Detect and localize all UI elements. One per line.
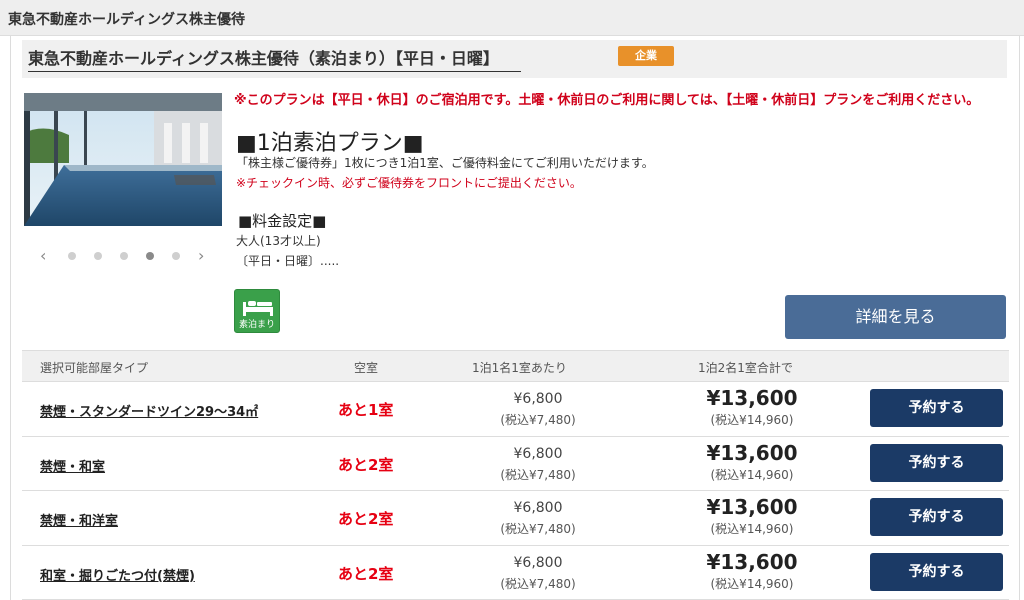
- pool-photo-image: [24, 93, 222, 226]
- table-row: 禁煙・スタンダードツイン29～34㎡ あと1室 ¥6,800 (税込¥7,480…: [22, 382, 1009, 437]
- total-price-tax: (税込¥14,960): [710, 413, 794, 427]
- chevron-right-icon[interactable]: ›: [198, 246, 204, 266]
- price-setting-heading: ■料金設定■: [238, 212, 327, 230]
- room-only-label: 素泊まり: [238, 320, 275, 330]
- plan-notice: ※このプランは【平日・休日】のご宿泊用です。土曜・休前日のご利用に関しては、【土…: [234, 93, 980, 108]
- header-room-type: 選択可能部屋タイプ: [40, 361, 149, 375]
- room-type-table: 選択可能部屋タイプ 空室 1泊1名1室あたり 1泊2名1室合計で 禁煙・スタンダ…: [22, 350, 1009, 600]
- total-price-tax: (税込¥14,960): [710, 576, 794, 591]
- view-details-button[interactable]: 詳細を見る: [785, 295, 1006, 339]
- book-button[interactable]: 予約する: [870, 389, 1003, 427]
- price-per-person-tax: (税込¥7,480): [500, 522, 576, 536]
- total-price-tax: (税込¥14,960): [710, 467, 794, 482]
- total-price: ¥13,600: [706, 495, 798, 519]
- photo-carousel-indicator: ‹ ›: [40, 246, 210, 266]
- carousel-dot[interactable]: [120, 252, 128, 260]
- book-button[interactable]: 予約する: [870, 498, 1003, 536]
- room-only-badge: 素泊まり: [234, 289, 280, 333]
- room-table-header: 選択可能部屋タイプ 空室 1泊1名1室あたり 1泊2名1室合計で: [22, 350, 1009, 382]
- book-button[interactable]: 予約する: [870, 443, 1003, 482]
- table-row: 禁煙・和室 あと2室 ¥6,800 (税込¥7,480) ¥13,600 (税込…: [22, 436, 1009, 491]
- corporate-badge: 企業: [618, 46, 674, 66]
- room-name-link[interactable]: 禁煙・和洋室: [40, 510, 118, 529]
- days-label: 〔平日・日曜〕.....: [236, 254, 340, 268]
- table-row: 和室・掘りごたつ付(禁煙) あと2室 ¥6,800 (税込¥7,480) ¥13…: [22, 545, 1009, 600]
- carousel-dot-active[interactable]: [146, 252, 154, 260]
- plan-checkin-note: ※チェックイン時、必ずご優待券をフロントにご提出ください。: [236, 176, 582, 190]
- plan-description: 「株主様ご優待券」1枚につき1泊1室、ご優待料金にてご利用いただけます。: [236, 156, 654, 170]
- availability-count: あと2室: [338, 564, 394, 583]
- carousel-dot[interactable]: [68, 252, 76, 260]
- price-per-person-tax: (税込¥7,480): [500, 467, 576, 482]
- chevron-left-icon[interactable]: ‹: [40, 246, 46, 266]
- room-name-link[interactable]: 禁煙・スタンダードツイン29～34㎡: [40, 401, 258, 420]
- adult-label: 大人(13才以上): [236, 234, 321, 248]
- table-row: 禁煙・和洋室 あと2室 ¥6,800 (税込¥7,480) ¥13,600 (税…: [22, 491, 1009, 546]
- bed-icon: [243, 301, 273, 316]
- book-button[interactable]: 予約する: [870, 552, 1003, 591]
- room-name-link[interactable]: 禁煙・和室: [40, 456, 105, 475]
- carousel-dot[interactable]: [94, 252, 102, 260]
- plan-header: 東急不動産ホールディングス株主優待（素泊まり）【平日・日曜】 企業: [22, 40, 1007, 78]
- plan-name: ■1泊素泊プラン■: [236, 131, 424, 156]
- price-per-person: ¥6,800: [513, 554, 563, 571]
- page-header-title: 東急不動産ホールディングス株主優待: [8, 12, 246, 28]
- hotel-photo[interactable]: [24, 93, 222, 226]
- availability-count: あと2室: [338, 455, 394, 474]
- header-per-person: 1泊1名1室あたり: [472, 361, 567, 375]
- header-total: 1泊2名1室合計で: [698, 361, 793, 375]
- price-per-person-tax: (税込¥7,480): [500, 413, 576, 427]
- carousel-dot[interactable]: [172, 252, 180, 260]
- plan-title[interactable]: 東急不動産ホールディングス株主優待（素泊まり）【平日・日曜】: [28, 45, 521, 72]
- total-price-tax: (税込¥14,960): [710, 522, 794, 536]
- availability-count: あと2室: [338, 510, 394, 528]
- price-per-person: ¥6,800: [513, 500, 563, 516]
- header-availability: 空室: [354, 361, 379, 375]
- top-bar: 東急不動産ホールディングス株主優待: [0, 0, 1024, 36]
- room-name-link[interactable]: 和室・掘りごたつ付(禁煙): [40, 565, 195, 584]
- total-price: ¥13,600: [706, 386, 798, 410]
- total-price: ¥13,600: [706, 549, 798, 574]
- price-per-person-tax: (税込¥7,480): [500, 576, 576, 591]
- price-per-person: ¥6,800: [513, 445, 563, 462]
- total-price: ¥13,600: [706, 440, 798, 465]
- availability-count: あと1室: [338, 401, 394, 419]
- price-per-person: ¥6,800: [513, 391, 563, 407]
